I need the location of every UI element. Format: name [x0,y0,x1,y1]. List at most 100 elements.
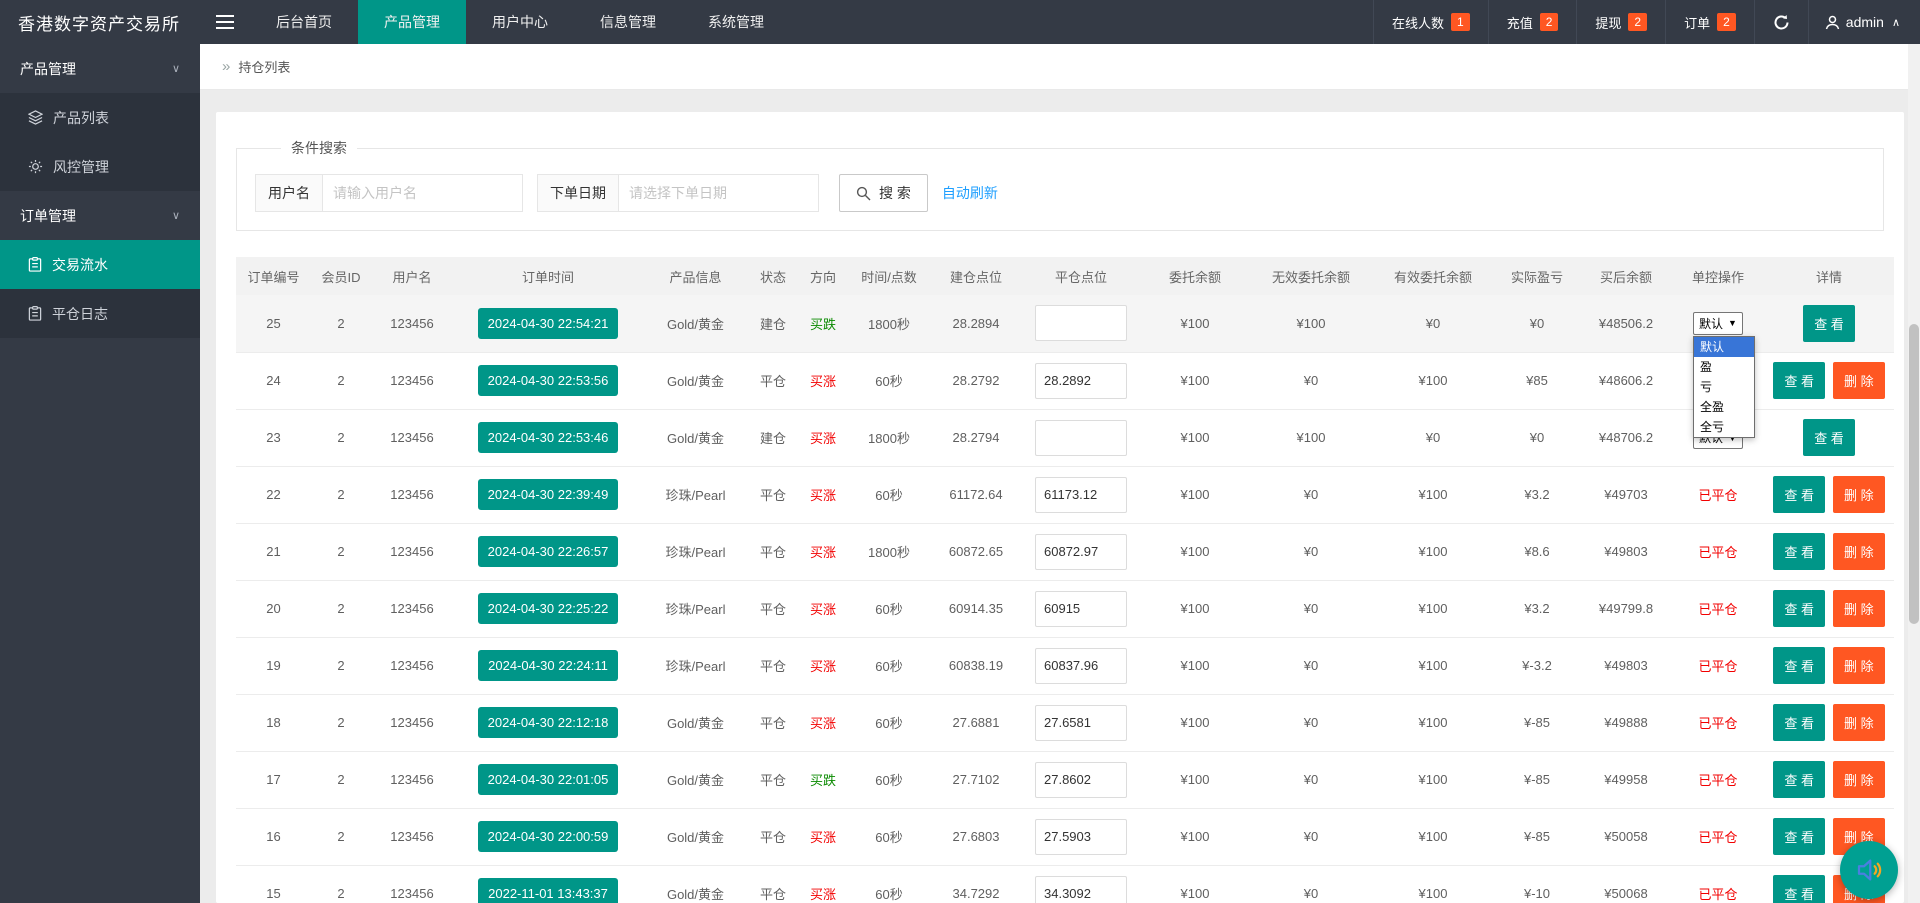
order-time-badge: 2024-04-30 22:39:49 [477,479,619,510]
close-point-input[interactable] [1035,476,1127,513]
closed-label: 已平仓 [1698,887,1738,902]
delete-button[interactable]: 删 除 [1833,362,1885,399]
view-button[interactable]: 查 看 [1773,590,1825,627]
dropdown-option[interactable]: 亏 [1694,377,1754,397]
close-point-input[interactable] [1035,704,1127,741]
close-point-input[interactable] [1035,590,1127,627]
direction: 买涨 [798,352,848,410]
order-id: 17 [236,751,311,809]
valid-entrust-balance: ¥100 [1372,865,1494,903]
delete-button[interactable]: 删 除 [1833,533,1885,570]
single-control: 已平仓 [1672,466,1764,524]
duration: 1800秒 [848,409,930,467]
view-button[interactable]: 查 看 [1803,419,1855,456]
sidebar-item-trade-flow[interactable]: 交易流水 [0,240,200,289]
sidebar-group-products[interactable]: 产品管理 ∨ [0,44,200,93]
close-point-input[interactable] [1035,818,1127,855]
product-info: Gold/黄金 [643,352,748,410]
column-header: 订单编号 [236,257,311,295]
view-button[interactable]: 查 看 [1803,304,1855,342]
actual-profit: ¥-3.2 [1494,637,1580,695]
member-id: 2 [311,694,371,752]
close-point-input[interactable] [1035,419,1127,456]
search-legend: 条件搜索 [291,140,347,156]
scrollbar-thumb[interactable] [1909,324,1919,624]
duration: 60秒 [848,466,930,524]
close-point-input[interactable] [1035,647,1127,684]
stat-deposits[interactable]: 充值 2 [1487,0,1577,44]
stat-orders[interactable]: 订单 2 [1665,0,1754,44]
username: 123456 [371,580,453,638]
dropdown-option[interactable]: 全亏 [1694,417,1754,437]
closed-label: 已平仓 [1698,488,1738,503]
stat-online-users[interactable]: 在线人数 1 [1372,0,1488,44]
order-id: 20 [236,580,311,638]
valid-entrust-balance: ¥100 [1372,694,1494,752]
view-button[interactable]: 查 看 [1773,476,1825,513]
sidebar-item-close-log[interactable]: 平仓日志 [0,289,200,338]
stat-label: 订单 [1684,15,1711,31]
sidebar-item-label: 交易流水 [52,256,108,273]
sidebar-item-product-list[interactable]: 产品列表 [0,93,200,142]
column-header: 时间/点数 [848,257,930,295]
search-button[interactable]: 搜 索 [839,174,928,212]
user-menu[interactable]: admin ∧ [1807,0,1920,44]
close-point-input[interactable] [1035,362,1127,399]
username-group: 用户名 [255,174,523,212]
nav-item-users[interactable]: 用户中心 [466,0,574,44]
dropdown-option[interactable]: 盈 [1694,357,1754,377]
actual-profit: ¥0 [1494,295,1580,353]
sound-fab-button[interactable] [1840,841,1898,899]
delete-button[interactable]: 删 除 [1833,704,1885,741]
close-point-input[interactable] [1035,305,1127,342]
order-time-badge: 2024-04-30 22:54:21 [477,307,619,339]
nav-item-home[interactable]: 后台首页 [250,0,358,44]
auto-refresh-link[interactable]: 自动刷新 [942,183,998,203]
nav-item-info[interactable]: 信息管理 [574,0,682,44]
username: 123456 [371,808,453,866]
direction: 买涨 [798,523,848,581]
delete-button[interactable]: 删 除 [1833,761,1885,798]
close-point-input[interactable] [1035,761,1127,798]
delete-button[interactable]: 删 除 [1833,476,1885,513]
username: 123456 [371,352,453,410]
refresh-icon[interactable] [1753,0,1808,44]
view-button[interactable]: 查 看 [1773,818,1825,855]
invalid-entrust-balance: ¥0 [1250,580,1372,638]
order-id: 15 [236,865,311,903]
closed-label: 已平仓 [1698,716,1738,731]
view-button[interactable]: 查 看 [1773,533,1825,570]
control-dropdown-menu: 默认盈亏全盈 全亏 [1693,335,1756,438]
sidebar-group-orders[interactable]: 订单管理 ∨ [0,191,200,240]
delete-button[interactable]: 删 除 [1833,590,1885,627]
close-point-input[interactable] [1035,875,1127,903]
view-button[interactable]: 查 看 [1773,704,1825,741]
order-time: 2024-04-30 22:25:22 [453,580,643,638]
nav-item-products[interactable]: 产品管理 [358,0,466,44]
close-point-input[interactable] [1035,533,1127,570]
nav-item-system[interactable]: 系统管理 [682,0,790,44]
stat-withdrawals[interactable]: 提现 2 [1576,0,1665,44]
control-select[interactable]: 默认▼ [1693,311,1743,335]
delete-button[interactable]: 删 除 [1833,647,1885,684]
open-point: 27.6881 [930,694,1022,752]
column-header: 详情 [1764,257,1894,295]
dropdown-option[interactable]: 默认 [1694,336,1755,357]
status: 平仓 [748,694,798,752]
username: 123456 [371,865,453,903]
username-input[interactable] [323,174,523,212]
dropdown-option[interactable]: 全盈 [1694,397,1754,417]
view-button[interactable]: 查 看 [1773,761,1825,798]
column-header: 委托余额 [1140,257,1250,295]
hamburger-icon[interactable] [200,0,250,44]
view-button[interactable]: 查 看 [1773,875,1825,903]
view-button[interactable]: 查 看 [1773,362,1825,399]
sidebar-item-risk-control[interactable]: 风控管理 [0,142,200,191]
vertical-scrollbar[interactable] [1908,44,1920,903]
order-date-input[interactable] [619,174,819,212]
single-control: 已平仓 [1672,637,1764,695]
view-button[interactable]: 查 看 [1773,647,1825,684]
invalid-entrust-balance: ¥0 [1250,352,1372,410]
duration: 60秒 [848,694,930,752]
status: 平仓 [748,865,798,903]
